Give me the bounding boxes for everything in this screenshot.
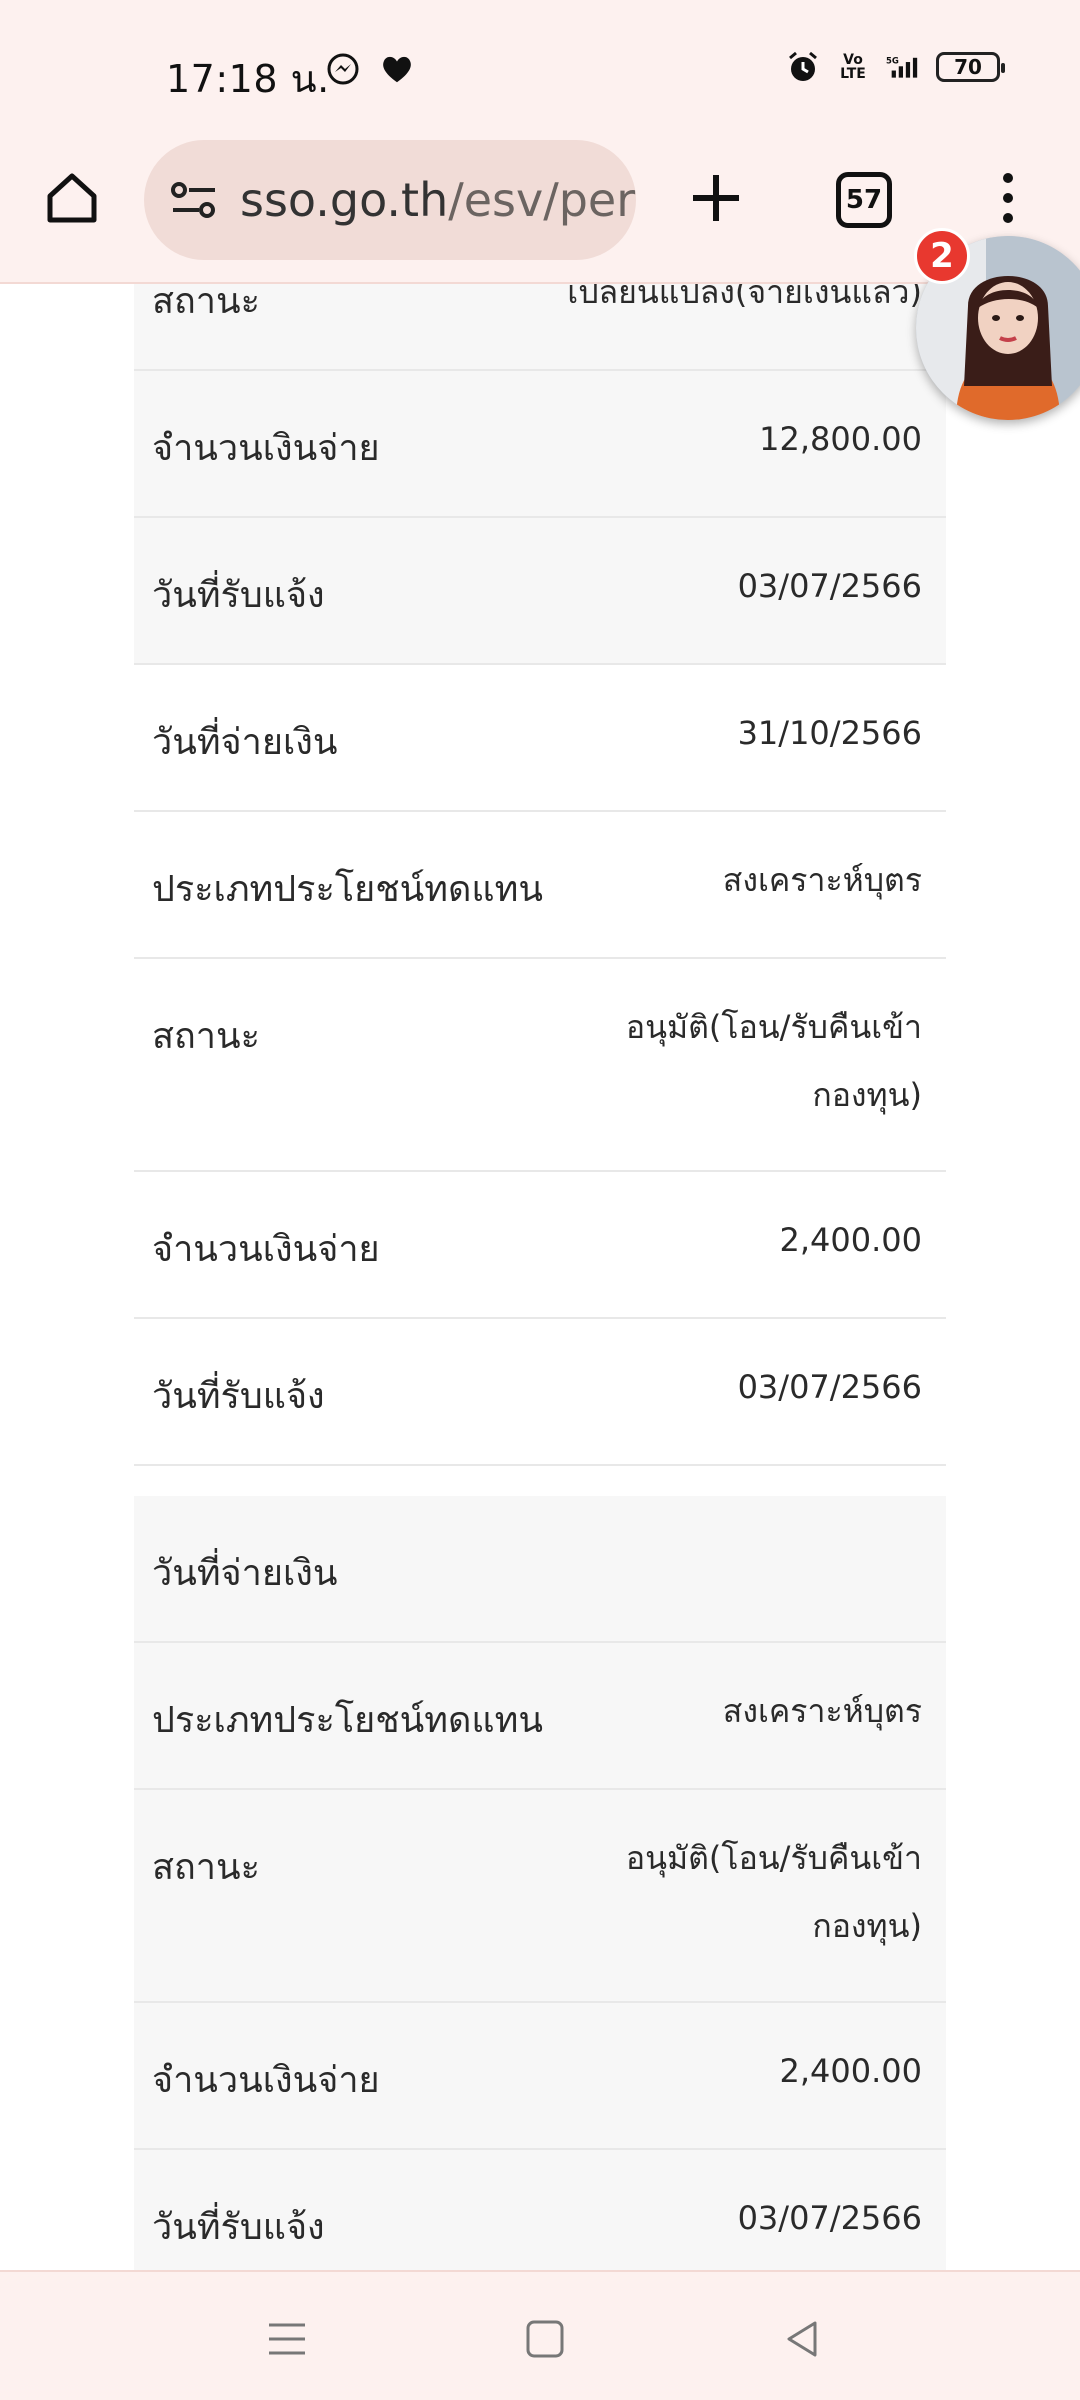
row-label: วันที่จ่ายเงิน <box>152 722 338 763</box>
row-value: อนุมัติ(โอน/รับคืนเข้ากองทุน) <box>625 1008 922 1114</box>
url-text: sso.go.th/esv/per <box>240 173 635 227</box>
new-tab-button[interactable] <box>680 162 752 234</box>
row-label: ประเภทประโยชน์ทดแทน <box>152 1700 543 1741</box>
row-value: 03/07/2566 <box>737 1368 922 1406</box>
volte-icon: Vo LTE <box>840 52 866 82</box>
row-label: จำนวนเงินจ่าย <box>152 1229 380 1270</box>
row-value: 31/10/2566 <box>737 714 922 752</box>
table-row: วันที่รับแจ้ง 03/07/2566 <box>134 2150 946 2270</box>
square-icon <box>526 2320 564 2358</box>
page-content[interactable]: สถานะ เปลี่ยนแปลง(จ่ายเงินแล้ว) จำนวนเงิ… <box>0 284 1080 2270</box>
row-label: จำนวนเงินจ่าย <box>152 2060 380 2101</box>
notification-badge: 2 <box>914 228 970 284</box>
table-row: ประเภทประโยชน์ทดแทน สงเคราะห์บุตร <box>134 1643 946 1790</box>
row-value: สงเคราะห์บุตร <box>722 1692 922 1730</box>
messenger-icon <box>326 52 360 86</box>
row-label: วันที่จ่ายเงิน <box>152 1553 338 1594</box>
row-label: สถานะ <box>152 1847 260 1888</box>
signal-icon: 5G <box>886 50 920 84</box>
table-row: จำนวนเงินจ่าย 2,400.00 <box>134 2003 946 2150</box>
table-row: สถานะ เปลี่ยนแปลง(จ่ายเงินแล้ว) <box>134 284 946 371</box>
url-path: /esv/per <box>448 173 636 227</box>
status-right-icons: Vo LTE 5G 70 <box>786 50 1005 84</box>
nav-home-button[interactable] <box>510 2304 580 2374</box>
svg-text:5G: 5G <box>886 56 899 66</box>
tune-icon[interactable] <box>166 172 222 228</box>
row-value: 2,400.00 <box>779 1221 923 1259</box>
row-label: จำนวนเงินจ่าย <box>152 428 380 469</box>
row-value: 03/07/2566 <box>737 2199 922 2237</box>
row-label: สถานะ <box>152 284 260 322</box>
alarm-icon <box>786 50 820 84</box>
status-bar: 17:18 น. Vo LTE 5G 70 <box>0 0 1080 140</box>
table-row: สถานะ อนุมัติ(โอน/รับคืนเข้ากองทุน) <box>134 959 946 1172</box>
table-row: ประเภทประโยชน์ทดแทน สงเคราะห์บุตร <box>134 812 946 959</box>
table-row: วันที่จ่ายเงิน 31/10/2566 <box>134 665 946 812</box>
status-time: 17:18 น. <box>166 57 330 101</box>
row-label: วันที่รับแจ้ง <box>152 2207 325 2248</box>
benefit-table: สถานะ เปลี่ยนแปลง(จ่ายเงินแล้ว) จำนวนเงิ… <box>134 284 946 2270</box>
plus-icon <box>693 175 739 221</box>
table-row: วันที่รับแจ้ง 03/07/2566 <box>134 518 946 665</box>
table-row: วันที่จ่ายเงิน <box>134 1496 946 1643</box>
menu-lines-icon <box>269 2323 305 2355</box>
row-value: 03/07/2566 <box>737 567 922 605</box>
row-value: เปลี่ยนแปลง(จ่ายเงินแล้ว) <box>567 284 922 311</box>
table-row: สถานะ อนุมัติ(โอน/รับคืนเข้ากองทุน) <box>134 1790 946 2003</box>
row-label: ประเภทประโยชน์ทดแทน <box>152 869 543 910</box>
system-nav-bar <box>0 2270 1080 2400</box>
row-label: สถานะ <box>152 1016 260 1057</box>
row-value: อนุมัติ(โอน/รับคืนเข้ากองทุน) <box>625 1839 922 1945</box>
battery-icon: 70 <box>936 52 1005 82</box>
address-bar[interactable]: sso.go.th/esv/per <box>144 140 636 260</box>
row-label: วันที่รับแจ้ง <box>152 1376 325 1417</box>
more-vert-icon[interactable] <box>986 162 1030 234</box>
tab-switcher-button[interactable]: 57 <box>836 172 892 228</box>
nav-recents-button[interactable] <box>252 2304 322 2374</box>
table-row: วันที่รับแจ้ง 03/07/2566 <box>134 1319 946 1466</box>
row-value: 2,400.00 <box>779 2052 923 2090</box>
home-icon <box>47 173 97 223</box>
table-row: จำนวนเงินจ่าย 2,400.00 <box>134 1172 946 1319</box>
group-divider <box>134 1466 946 1496</box>
home-button[interactable] <box>36 162 108 234</box>
row-value: สงเคราะห์บุตร <box>722 861 922 899</box>
row-value: 12,800.00 <box>759 420 922 458</box>
triangle-back-icon <box>787 2321 817 2357</box>
row-label: วันที่รับแจ้ง <box>152 575 325 616</box>
table-row: จำนวนเงินจ่าย 12,800.00 <box>134 371 946 518</box>
status-left-icons <box>326 52 414 86</box>
url-domain: sso.go.th <box>240 173 449 227</box>
heart-icon <box>380 52 414 86</box>
nav-back-button[interactable] <box>768 2304 838 2374</box>
